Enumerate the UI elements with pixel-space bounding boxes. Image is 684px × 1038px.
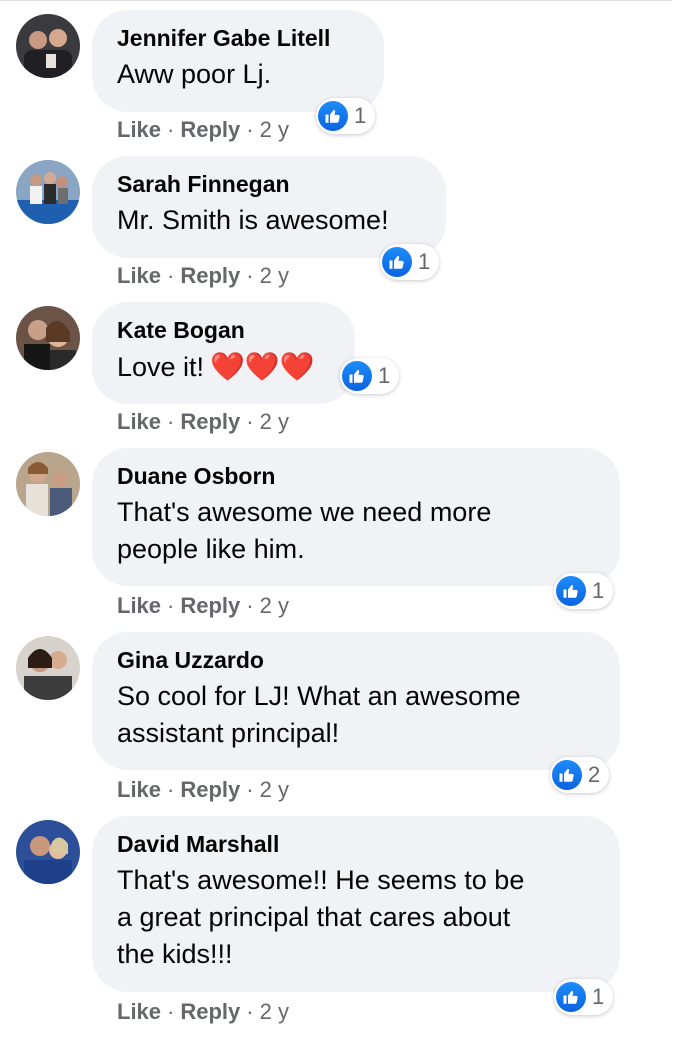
comment-text-line: That's awesome!! He seems to be <box>117 865 525 895</box>
like-button[interactable]: Like <box>117 999 161 1024</box>
separator: · <box>167 263 175 288</box>
reaction-count-badge[interactable]: 1 <box>340 358 400 394</box>
comment-timestamp[interactable]: 2 y <box>260 777 289 802</box>
comment-actions: Like · Reply · 2 y <box>117 592 289 620</box>
reaction-count-badge[interactable]: 1 <box>554 573 614 609</box>
heart-emoji: ❤️❤️❤️ <box>210 351 315 382</box>
comment-author[interactable]: Jennifer Gabe Litell <box>117 24 359 53</box>
comment-author[interactable]: Kate Bogan <box>117 316 330 345</box>
comment-text-line: the kids!!! <box>117 939 233 969</box>
separator: · <box>246 117 254 142</box>
reaction-count: 2 <box>588 762 601 787</box>
comment-text-line: people like him. <box>117 534 305 564</box>
like-icon <box>382 247 412 277</box>
avatar[interactable] <box>16 636 80 700</box>
comment-timestamp[interactable]: 2 y <box>260 999 289 1024</box>
separator: · <box>167 117 175 142</box>
reaction-count: 1 <box>354 103 367 128</box>
avatar[interactable] <box>16 14 80 78</box>
separator: · <box>167 777 175 802</box>
comment-text-line: That's awesome we need more <box>117 497 492 527</box>
reaction-count-badge[interactable]: 1 <box>380 244 440 280</box>
comment-text-line: assistant principal! <box>117 718 340 748</box>
separator: · <box>246 593 254 618</box>
reply-button[interactable]: Reply <box>180 999 240 1024</box>
reaction-count-badge[interactable]: 1 <box>554 979 614 1015</box>
comment-author[interactable]: Duane Osborn <box>117 462 595 491</box>
comment-text: Aww poor Lj. <box>117 59 272 89</box>
reaction-count-badge[interactable]: 2 <box>550 757 610 793</box>
like-icon <box>318 101 348 131</box>
like-button[interactable]: Like <box>117 777 161 802</box>
like-icon <box>556 982 586 1012</box>
reaction-count: 1 <box>592 984 605 1009</box>
separator: · <box>246 263 254 288</box>
reaction-count-badge[interactable]: 1 <box>316 98 376 134</box>
comment-text-content: Love it! <box>117 352 205 382</box>
comment-actions: Like · Reply · 2 y <box>117 998 289 1026</box>
reply-button[interactable]: Reply <box>180 117 240 142</box>
reaction-count: 1 <box>378 363 391 388</box>
like-button[interactable]: Like <box>117 263 161 288</box>
comment-text: So cool for LJ! What an awesome assistan… <box>117 678 595 752</box>
separator: · <box>167 999 175 1024</box>
like-button[interactable]: Like <box>117 117 161 142</box>
comment-bubble: Gina Uzzardo So cool for LJ! What an awe… <box>92 632 620 770</box>
comment-author[interactable]: David Marshall <box>117 830 595 859</box>
separator: · <box>246 777 254 802</box>
comment-actions: Like · Reply · 2 y <box>117 116 289 144</box>
avatar[interactable] <box>16 306 80 370</box>
comment-actions: Like · Reply · 2 y <box>117 408 289 436</box>
comment-timestamp[interactable]: 2 y <box>260 263 289 288</box>
comment-timestamp[interactable]: 2 y <box>260 117 289 142</box>
comment-timestamp[interactable]: 2 y <box>260 409 289 434</box>
comment-text: Mr. Smith is awesome! <box>117 205 389 235</box>
reply-button[interactable]: Reply <box>180 263 240 288</box>
separator: · <box>246 409 254 434</box>
like-button[interactable]: Like <box>117 593 161 618</box>
comment-text-line: So cool for LJ! What an awesome <box>117 681 521 711</box>
like-icon <box>342 361 372 391</box>
reaction-count: 1 <box>418 249 431 274</box>
reply-button[interactable]: Reply <box>180 593 240 618</box>
avatar[interactable] <box>16 452 80 516</box>
like-icon <box>556 576 586 606</box>
comment-actions: Like · Reply · 2 y <box>117 262 289 290</box>
separator: · <box>167 409 175 434</box>
top-divider <box>0 0 672 1</box>
comment-bubble: Duane Osborn That's awesome we need more… <box>92 448 620 586</box>
comment-bubble: Kate Bogan Love it! ❤️❤️❤️ <box>92 302 355 404</box>
comment-text: That's awesome!! He seems to be a great … <box>117 862 595 973</box>
comment-text-line: a great principal that cares about <box>117 902 511 932</box>
like-button[interactable]: Like <box>117 409 161 434</box>
comment-bubble: David Marshall That's awesome!! He seems… <box>92 816 620 992</box>
comment-text: Love it! ❤️❤️❤️ <box>117 348 330 386</box>
comment-author[interactable]: Sarah Finnegan <box>117 170 421 199</box>
comment-bubble: Jennifer Gabe Litell Aww poor Lj. <box>92 10 384 112</box>
comment-timestamp[interactable]: 2 y <box>260 593 289 618</box>
like-icon <box>552 760 582 790</box>
comment-bubble: Sarah Finnegan Mr. Smith is awesome! <box>92 156 446 258</box>
separator: · <box>167 593 175 618</box>
avatar[interactable] <box>16 820 80 884</box>
avatar[interactable] <box>16 160 80 224</box>
reply-button[interactable]: Reply <box>180 409 240 434</box>
reaction-count: 1 <box>592 578 605 603</box>
comment-actions: Like · Reply · 2 y <box>117 776 289 804</box>
comment-author[interactable]: Gina Uzzardo <box>117 646 595 675</box>
comment-text: That's awesome we need more people like … <box>117 494 595 568</box>
reply-button[interactable]: Reply <box>180 777 240 802</box>
separator: · <box>246 999 254 1024</box>
